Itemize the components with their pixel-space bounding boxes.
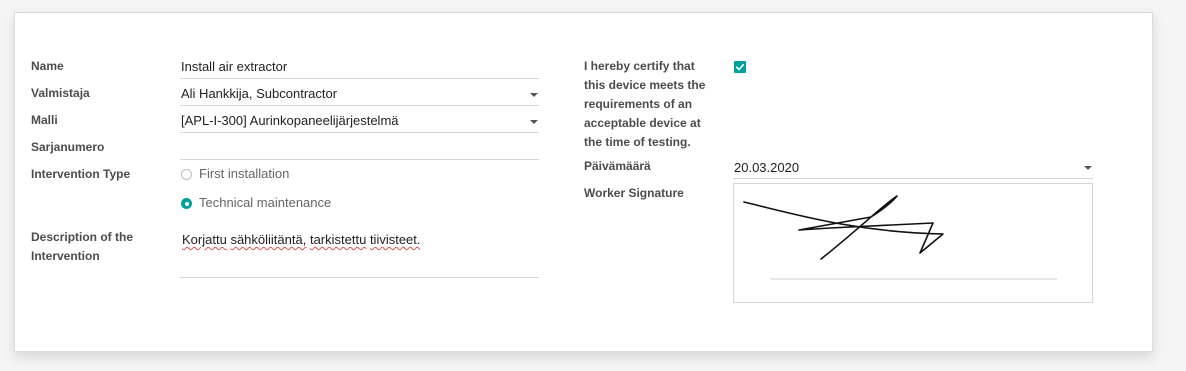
name-value: Install air extractor [181, 59, 288, 74]
model-select[interactable]: [APL-I-300] Aurinkopaneelijärjestelmä [180, 111, 539, 133]
chevron-down-icon[interactable] [1084, 166, 1092, 170]
signature-pad[interactable] [733, 183, 1093, 303]
manufacturer-value: Ali Hankkija, Subcontractor [181, 86, 338, 101]
serial-label: Sarjanumero [31, 140, 105, 154]
certify-checkbox[interactable] [734, 61, 746, 73]
signature-label: Worker Signature [584, 186, 684, 200]
model-value: [APL-I-300] Aurinkopaneelijärjestelmä [181, 113, 399, 128]
certify-label-line: I hereby certify that [584, 59, 695, 73]
chevron-down-icon[interactable] [530, 93, 538, 97]
description-label-line1: Description of the [31, 230, 134, 244]
radio-technical-maintenance[interactable] [181, 198, 192, 209]
model-label: Malli [31, 113, 58, 127]
certify-label-line: the time of testing. [584, 135, 691, 149]
radio-first-installation-label[interactable]: First installation [199, 165, 289, 183]
name-label: Name [31, 59, 64, 73]
manufacturer-label: Valmistaja [31, 86, 90, 100]
intervention-type-label: Intervention Type [31, 167, 131, 181]
description-word: tarkistettu [309, 232, 367, 247]
manufacturer-select[interactable]: Ali Hankkija, Subcontractor [180, 84, 539, 106]
certify-label-line: acceptable device at [584, 116, 701, 130]
date-input[interactable]: 20.03.2020 [733, 157, 1093, 179]
checkmark-icon [735, 63, 745, 71]
description-value: Korjattu sähköliitäntä, tarkistettu tiiv… [182, 231, 421, 249]
name-input[interactable]: Install air extractor [180, 57, 539, 79]
description-textarea[interactable]: Korjattu sähköliitäntä, tarkistettu tiiv… [180, 230, 539, 278]
date-value: 20.03.2020 [734, 160, 800, 175]
description-word: Korjattu [182, 232, 227, 247]
description-label-line2: Intervention [31, 249, 100, 263]
chevron-down-icon[interactable] [530, 120, 538, 124]
certify-label-line: this device meets the [584, 78, 706, 92]
date-label: Päivämäärä [584, 159, 651, 173]
serial-input[interactable] [180, 138, 539, 160]
description-word: sähköliitäntä, [230, 232, 307, 247]
certify-label-line: requirements of an [584, 97, 693, 111]
description-word: tiivisteet. [369, 232, 421, 247]
radio-first-installation[interactable] [181, 169, 192, 180]
signature-drawing [743, 195, 1057, 280]
radio-technical-maintenance-label[interactable]: Technical maintenance [199, 194, 331, 212]
